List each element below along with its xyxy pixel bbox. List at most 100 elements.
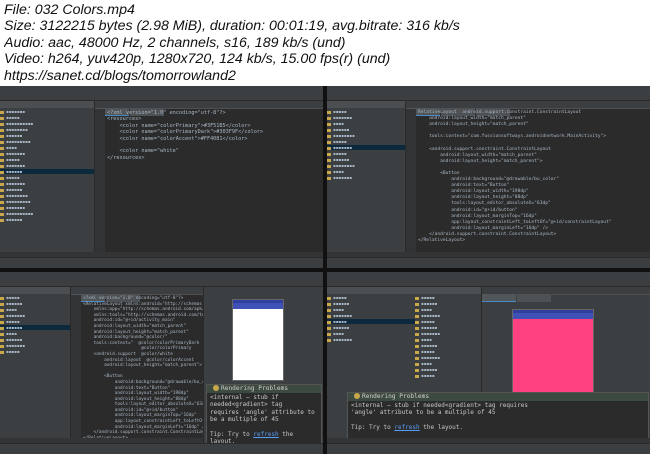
palette-item[interactable]: ▪▪▪▪▪▪▪	[415, 355, 481, 360]
tree-item[interactable]: ▪▪▪▪▪▪▪	[327, 175, 405, 180]
code-line: android:layout_width="198dp"	[83, 391, 189, 397]
tree-item[interactable]: ▪▪▪▪▪	[0, 157, 94, 162]
tree-item[interactable]: ▪▪▪▪▪▪▪	[0, 151, 94, 156]
editor-tabs	[95, 101, 323, 116]
code-line: </RelativeLayout>	[418, 237, 466, 243]
palette-item[interactable]: ▪▪▪▪▪	[415, 319, 481, 324]
palette-item[interactable]: ▪▪▪▪▪▪	[415, 343, 481, 348]
tree-item[interactable]: ▪▪▪▪▪	[327, 295, 415, 300]
tree-item[interactable]: ▪▪▪▪▪▪▪	[0, 205, 94, 210]
tree-item[interactable]: ▪▪▪▪▪▪▪▪▪▪	[0, 121, 94, 126]
code-editor[interactable]: <?xml version="1.0" encoding="utf-8"?> <r…	[95, 101, 323, 258]
palette-item[interactable]: ▪▪▪▪▪▪	[415, 301, 481, 306]
line-gutter	[71, 295, 81, 444]
tree-item[interactable]: ▪▪▪▪	[327, 121, 405, 126]
tree-item[interactable]: ▪▪▪▪▪▪	[0, 187, 94, 192]
device-preview[interactable]	[232, 299, 284, 381]
tree-item[interactable]: ▪▪▪▪	[327, 169, 405, 174]
tree-item[interactable]: ▪▪▪▪▪▪	[0, 217, 94, 222]
palette-item[interactable]: ▪▪▪▪▪▪▪	[415, 331, 481, 336]
palette-item[interactable]: ▪▪▪▪	[415, 337, 481, 342]
tree-item[interactable]: ▪▪▪▪▪	[327, 109, 405, 114]
tree-item-selected[interactable]: ▪▪▪▪▪▪▪	[327, 145, 405, 150]
code-line: xmlns:app="http://schemas.android.com/ap…	[83, 307, 229, 313]
tree-item[interactable]: ▪▪▪▪▪▪▪▪	[327, 163, 405, 168]
tree-item[interactable]: ▪▪▪▪▪▪▪	[0, 313, 70, 318]
tree-item[interactable]: ▪▪▪▪▪▪	[0, 337, 70, 342]
folder-icon	[327, 314, 331, 318]
tree-item[interactable]: ▪▪▪▪▪▪▪▪	[0, 127, 94, 132]
tree-item[interactable]: ▪▪▪▪▪▪▪	[0, 163, 94, 168]
tree-item[interactable]: ▪▪▪▪▪▪▪	[327, 337, 415, 342]
tree-item[interactable]: ▪▪▪▪▪	[327, 139, 405, 144]
project-panel-header[interactable]	[0, 287, 70, 294]
file-icon	[0, 344, 4, 348]
tree-item[interactable]: ▪▪▪▪▪	[0, 115, 94, 120]
tree-item[interactable]: ▪▪▪▪	[0, 145, 94, 150]
tree-item-selected[interactable]: ▪▪▪▪▪▪	[0, 169, 94, 174]
tree-item[interactable]: ▪▪▪▪▪▪▪	[327, 115, 405, 120]
code-line: android:layout_height="match_parent">	[83, 363, 202, 369]
palette-item[interactable]: ▪▪▪▪▪▪	[415, 325, 481, 330]
widget-icon	[415, 320, 419, 324]
file-icon	[0, 182, 4, 186]
tree-item[interactable]: ▪▪▪▪▪	[0, 319, 70, 324]
code-editor[interactable]: RelativeLayout android.support.constrain…	[406, 101, 650, 258]
tree-item[interactable]: ▪▪▪▪▪▪▪▪	[327, 133, 405, 138]
project-panel-header[interactable]	[327, 287, 415, 294]
line-gutter	[406, 109, 416, 258]
tree-item[interactable]: ▪▪▪▪▪▪▪	[327, 313, 415, 318]
tree-item[interactable]: ▪▪▪▪▪▪▪▪▪	[0, 139, 94, 144]
file-icon	[327, 176, 331, 180]
folder-icon	[0, 302, 4, 306]
tree-item[interactable]: ▪▪▪▪▪	[0, 349, 70, 354]
tree-item[interactable]: ▪▪▪▪▪	[327, 151, 405, 156]
folder-icon	[0, 308, 4, 312]
tree-item[interactable]: ▪▪▪▪▪	[0, 295, 70, 300]
editor-tab[interactable]	[517, 295, 551, 302]
tree-item[interactable]: ▪▪▪▪	[0, 331, 70, 336]
code-line: android:background="@drawable/bu_color"	[83, 379, 218, 385]
tree-item[interactable]: ▪▪▪▪▪▪▪▪▪	[0, 199, 94, 204]
widget-icon	[415, 344, 419, 348]
file-icon	[0, 170, 4, 174]
tree-item[interactable]: ▪▪▪▪▪▪	[327, 157, 405, 162]
palette-item[interactable]: ▪▪▪▪	[415, 307, 481, 312]
tree-item[interactable]: ▪▪▪▪▪	[0, 175, 94, 180]
code-line: android:layout_width="match_parent"	[83, 323, 187, 329]
code-editor[interactable]: <?xml version="1.0" encoding="utf-8"?> <R…	[71, 287, 279, 444]
tree-item[interactable]: ▪▪▪▪▪▪	[327, 127, 405, 132]
tree-item[interactable]: ▪▪▪▪▪▪	[327, 325, 415, 330]
project-panel-header[interactable]	[0, 101, 94, 108]
tree-item[interactable]: ▪▪▪▪▪▪	[327, 301, 415, 306]
file-icon	[0, 218, 4, 222]
tree-item[interactable]: ▪▪▪▪	[327, 307, 415, 312]
tree-item[interactable]: ▪▪▪▪▪▪▪	[0, 181, 94, 186]
tree-item[interactable]: ▪▪▪▪▪▪▪	[0, 343, 70, 348]
palette-item[interactable]: ▪▪▪▪▪▪▪	[415, 313, 481, 318]
file-icon	[0, 350, 4, 354]
palette-header[interactable]	[415, 287, 481, 294]
editor-tab-active[interactable]	[482, 294, 516, 302]
refresh-link[interactable]: refresh	[394, 424, 419, 431]
tree-item[interactable]: ▪▪▪▪▪▪▪	[0, 109, 94, 114]
refresh-link[interactable]: refresh	[253, 431, 278, 438]
tree-item-selected[interactable]: ▪▪▪▪▪▪	[0, 325, 70, 330]
tree-item[interactable]: ▪▪▪▪▪▪	[0, 133, 94, 138]
tree-item[interactable]: ▪▪▪▪▪▪	[0, 301, 70, 306]
project-panel-header[interactable]	[327, 101, 405, 108]
palette-item[interactable]: ▪▪▪▪▪	[415, 349, 481, 354]
tree-item-selected[interactable]: ▪▪▪▪▪	[327, 319, 415, 324]
tree-item[interactable]: ▪▪▪▪	[327, 331, 415, 336]
palette-item[interactable]: ▪▪▪▪▪	[415, 295, 481, 300]
palette-item[interactable]: ▪▪▪▪	[415, 361, 481, 366]
file-icon	[0, 212, 4, 216]
palette-item[interactable]: ▪▪▪▪▪▪	[415, 367, 481, 372]
folder-icon	[0, 116, 4, 120]
rendering-problems-panel: Rendering Problems <internal — stub if n…	[347, 392, 649, 440]
folder-icon	[0, 200, 4, 204]
tree-item[interactable]: ▪▪▪▪▪▪▪▪	[0, 193, 94, 198]
palette-item[interactable]: ▪▪▪▪▪	[415, 373, 481, 378]
tree-item[interactable]: ▪▪▪▪▪▪▪▪▪▪	[0, 211, 94, 216]
tree-item[interactable]: ▪▪▪▪	[0, 307, 70, 312]
